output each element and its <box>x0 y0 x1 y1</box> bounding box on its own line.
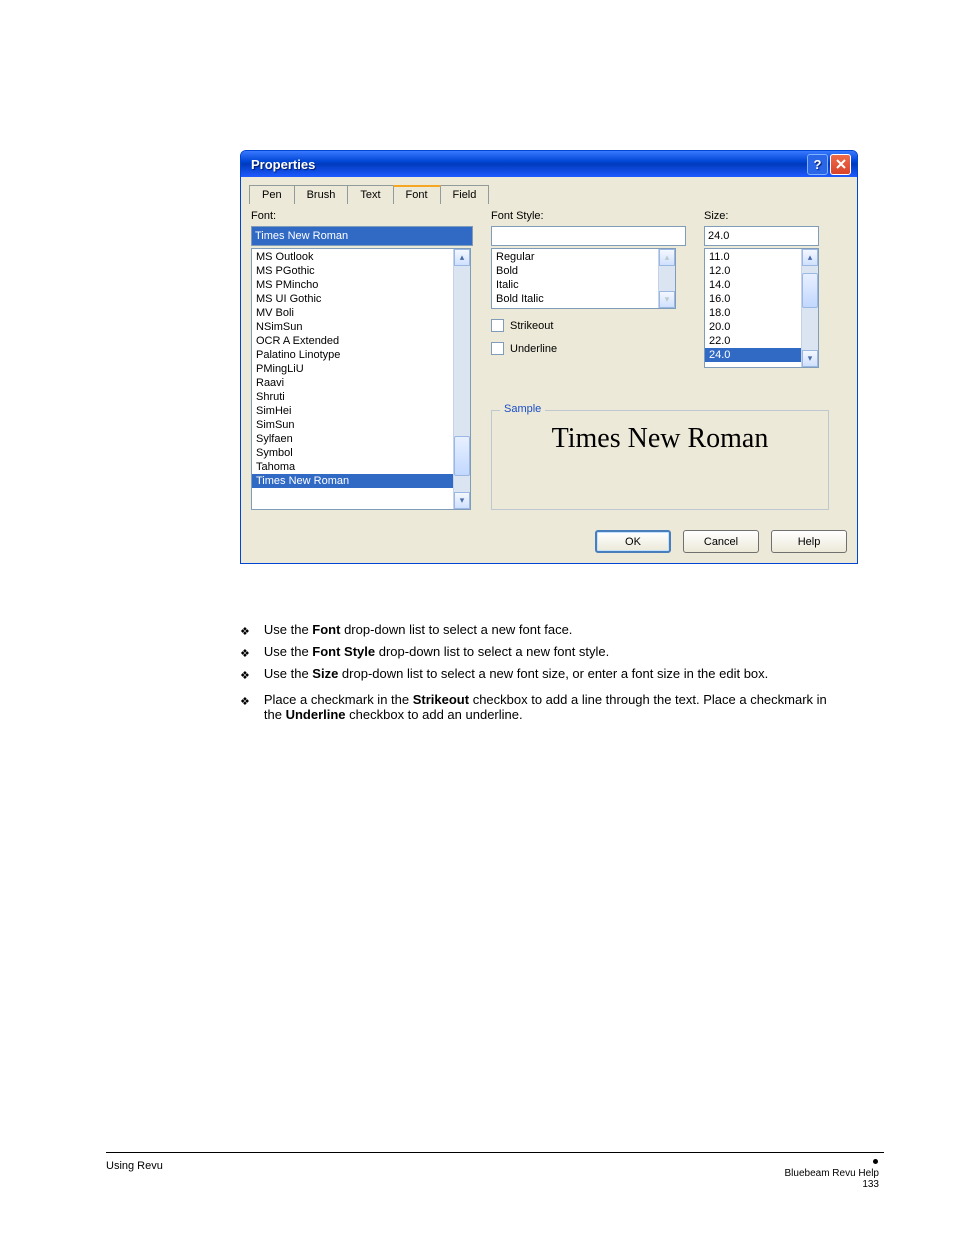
footer-line2: 133 <box>785 1179 880 1190</box>
list-item[interactable]: Tahoma <box>252 460 453 474</box>
size-listbox[interactable]: 11.0 12.0 14.0 16.0 18.0 20.0 22.0 24.0 <box>705 249 801 367</box>
sample-legend: Sample <box>500 403 545 415</box>
underline-label: Underline <box>510 343 557 355</box>
bullet-text: Place a checkmark in the Strikeout check… <box>264 692 840 722</box>
list-item[interactable]: Raavi <box>252 376 453 390</box>
list-item[interactable]: OCR A Extended <box>252 334 453 348</box>
footer-right: Bluebeam Revu Help 133 <box>785 1168 880 1190</box>
list-item[interactable]: 11.0 <box>705 250 801 264</box>
properties-dialog: Properties ? Pen Brush Text Font Field F… <box>240 150 858 564</box>
font-style-listbox[interactable]: Regular Bold Italic Bold Italic <box>492 249 658 308</box>
list-item[interactable]: Bold Italic <box>492 292 658 306</box>
bullet-icon: ❖ <box>240 625 250 638</box>
size-label: Size: <box>704 210 822 222</box>
footer-dot-icon <box>873 1159 878 1164</box>
list-item[interactable]: NSimSun <box>252 320 453 334</box>
chevron-down-icon[interactable]: ▾ <box>802 350 818 367</box>
cancel-button[interactable]: Cancel <box>683 530 759 553</box>
chevron-up-icon[interactable]: ▴ <box>659 249 675 266</box>
list-item[interactable]: Regular <box>492 250 658 264</box>
bullet-icon: ❖ <box>240 669 250 682</box>
help-icon[interactable]: ? <box>807 154 828 175</box>
bullet-icon: ❖ <box>240 695 250 708</box>
bullet-text: Use the Font drop-down list to select a … <box>264 622 573 637</box>
list-item[interactable]: SimHei <box>252 404 453 418</box>
scrollbar[interactable]: ▴ ▾ <box>658 249 675 308</box>
tab-field[interactable]: Field <box>440 185 490 204</box>
chevron-down-icon[interactable]: ▾ <box>454 492 470 509</box>
bullet-text: Use the Font Style drop-down list to sel… <box>264 644 609 659</box>
list-item[interactable]: 20.0 <box>705 320 801 334</box>
list-item[interactable]: Shruti <box>252 390 453 404</box>
list-item[interactable]: MS PMincho <box>252 278 453 292</box>
list-item: ❖ Use the Font Style drop-down list to se… <box>240 644 840 660</box>
footer-rule <box>106 1152 884 1153</box>
list-item[interactable]: Italic <box>492 278 658 292</box>
size-input[interactable] <box>704 226 819 246</box>
tab-row: Pen Brush Text Font Field <box>249 185 847 204</box>
footer-line1: Bluebeam Revu Help <box>785 1168 880 1179</box>
font-style-input[interactable] <box>491 226 686 246</box>
dialog-title: Properties <box>251 157 315 172</box>
list-item[interactable]: SimSun <box>252 418 453 432</box>
list-item[interactable]: 14.0 <box>705 278 801 292</box>
font-label: Font: <box>251 210 473 222</box>
font-listbox[interactable]: MS Outlook MS PGothic MS PMincho MS UI G… <box>252 249 453 509</box>
list-item[interactable]: Palatino Linotype <box>252 348 453 362</box>
scrollbar[interactable]: ▴ ▾ <box>453 249 470 509</box>
chevron-down-icon[interactable]: ▾ <box>659 291 675 308</box>
chevron-up-icon[interactable]: ▴ <box>454 249 470 266</box>
footer-left: Using Revu <box>106 1160 163 1172</box>
bullet-list: ❖ Use the Font drop-down list to select a… <box>240 622 840 728</box>
list-item[interactable]: Symbol <box>252 446 453 460</box>
list-item[interactable]: 16.0 <box>705 292 801 306</box>
tab-brush[interactable]: Brush <box>294 185 349 204</box>
font-input[interactable] <box>251 226 473 246</box>
list-item[interactable]: 22.0 <box>705 334 801 348</box>
list-item[interactable]: 24.0 <box>705 348 801 362</box>
bullet-icon: ❖ <box>240 647 250 660</box>
tab-pen[interactable]: Pen <box>249 185 295 204</box>
close-icon[interactable] <box>830 154 851 175</box>
list-item[interactable]: 18.0 <box>705 306 801 320</box>
tab-text[interactable]: Text <box>347 185 393 204</box>
help-button[interactable]: Help <box>771 530 847 553</box>
list-item[interactable]: PMingLiU <box>252 362 453 376</box>
sample-text: Times New Roman <box>502 423 818 455</box>
list-item[interactable]: MS UI Gothic <box>252 292 453 306</box>
list-item: ❖ Use the Size drop-down list to select a… <box>240 666 840 682</box>
list-item: ❖ Use the Font drop-down list to select a… <box>240 622 840 638</box>
font-style-label: Font Style: <box>491 210 686 222</box>
strikeout-label: Strikeout <box>510 320 553 332</box>
list-item[interactable]: MV Boli <box>252 306 453 320</box>
scrollbar[interactable]: ▴ ▾ <box>801 249 818 367</box>
chevron-up-icon[interactable]: ▴ <box>802 249 818 266</box>
strikeout-checkbox[interactable]: Strikeout <box>491 319 686 332</box>
list-item[interactable]: Sylfaen <box>252 432 453 446</box>
list-item[interactable]: MS PGothic <box>252 264 453 278</box>
underline-checkbox[interactable]: Underline <box>491 342 686 355</box>
list-item[interactable]: MS Outlook <box>252 250 453 264</box>
titlebar[interactable]: Properties ? <box>241 151 857 177</box>
list-item[interactable]: Times New Roman <box>252 474 453 488</box>
list-item[interactable]: Bold <box>492 264 658 278</box>
tab-font[interactable]: Font <box>393 185 441 204</box>
list-item[interactable]: 12.0 <box>705 264 801 278</box>
ok-button[interactable]: OK <box>595 530 671 553</box>
list-item: ❖ Place a checkmark in the Strikeout chec… <box>240 692 840 722</box>
bullet-text: Use the Size drop-down list to select a … <box>264 666 768 681</box>
